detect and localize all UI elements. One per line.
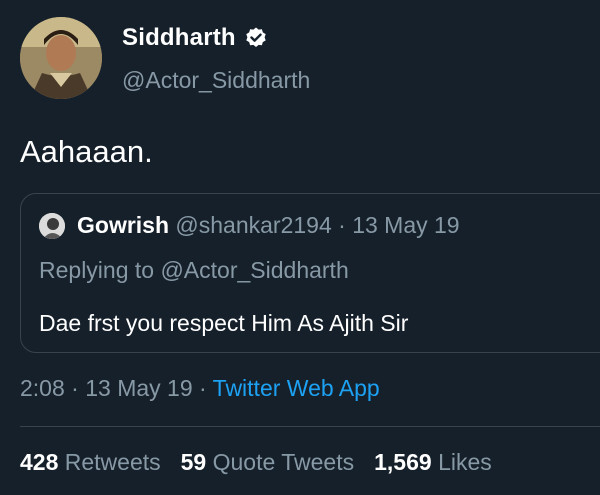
quoted-tweet-date: 13 May 19 — [352, 212, 460, 238]
verified-badge-icon — [244, 26, 268, 50]
likes-label: Likes — [438, 449, 492, 475]
author-display-name[interactable]: Siddharth — [122, 24, 236, 52]
tweet-time[interactable]: 2:08 — [20, 375, 65, 401]
avatar-image — [20, 17, 102, 99]
separator-dot: · — [71, 375, 79, 401]
quoted-tweet-card[interactable]: Gowrish @shankar2194 · 13 May 19 Replyin… — [20, 193, 600, 353]
separator-dot: · — [338, 212, 346, 238]
author-handle[interactable]: @Actor_Siddharth — [122, 67, 310, 94]
author-name-row: Siddharth — [122, 24, 268, 52]
retweets-count: 428 — [20, 449, 59, 475]
quoted-author-name: Gowrish — [77, 212, 170, 238]
retweets-label: Retweets — [64, 449, 161, 475]
quoted-author-handle: @shankar2194 — [175, 212, 332, 238]
tweet-stats: 428 Retweets 59 Quote Tweets 1,569 Likes — [20, 449, 492, 476]
likes-stat[interactable]: 1,569 Likes — [374, 449, 492, 476]
quoted-author-avatar — [39, 213, 65, 239]
tweet-source-link[interactable]: Twitter Web App — [213, 375, 380, 401]
quoted-tweet-header: Gowrish @shankar2194 · 13 May 19 — [77, 212, 460, 239]
likes-count: 1,569 — [374, 449, 432, 475]
tweet-text: Aahaaan. — [20, 134, 153, 169]
quote-tweets-count: 59 — [180, 449, 207, 475]
separator-dot: · — [199, 375, 207, 401]
divider — [20, 426, 600, 427]
tweet-date[interactable]: 13 May 19 — [85, 375, 192, 401]
quoted-tweet-text: Dae frst you respect Him As Ajith Sir — [39, 310, 409, 336]
quote-tweets-stat[interactable]: 59 Quote Tweets — [181, 449, 354, 476]
quote-tweets-label: Quote Tweets — [212, 449, 355, 475]
replying-to-label: Replying to @Actor_Siddharth — [39, 257, 349, 283]
author-avatar[interactable] — [20, 17, 102, 99]
tweet-meta: 2:08 · 13 May 19 · Twitter Web App — [20, 375, 380, 402]
retweets-stat[interactable]: 428 Retweets — [20, 449, 161, 476]
